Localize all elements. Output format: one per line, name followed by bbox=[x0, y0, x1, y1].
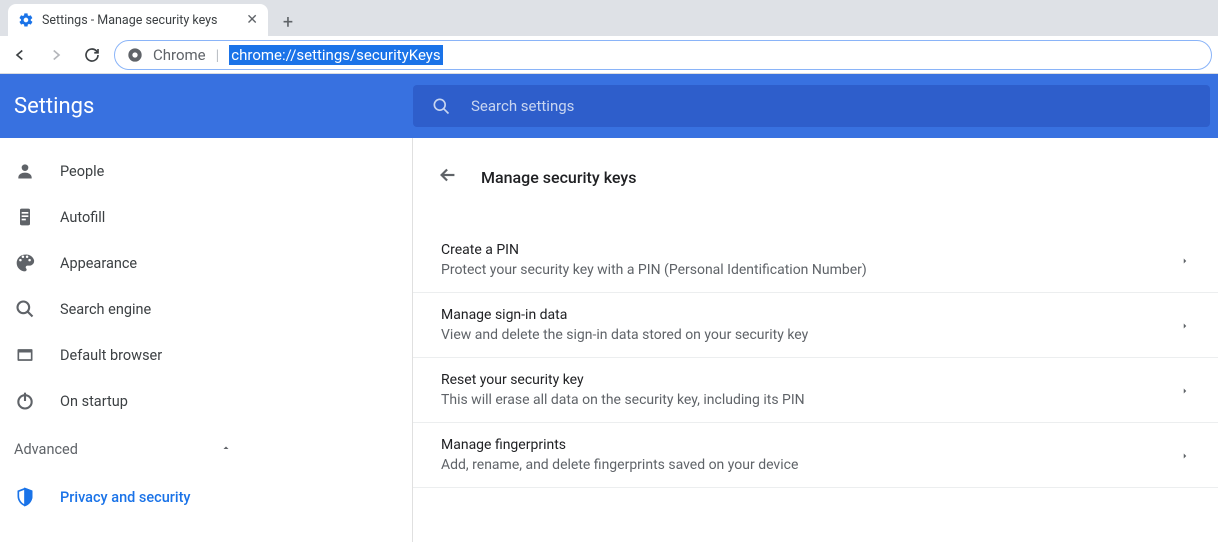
address-bar[interactable]: Chrome | chrome://settings/securityKeys bbox=[114, 40, 1212, 70]
browser-icon bbox=[14, 344, 36, 366]
search-input[interactable]: Search settings bbox=[413, 85, 1210, 127]
tab-strip: Settings - Manage security keys ✕ + bbox=[0, 0, 1218, 36]
sidebar-item-label: Search engine bbox=[60, 301, 151, 318]
option-reset-key[interactable]: Reset your security key This will erase … bbox=[413, 358, 1218, 423]
clipboard-icon bbox=[14, 206, 36, 228]
option-title: Reset your security key bbox=[441, 372, 1180, 388]
option-title: Manage sign-in data bbox=[441, 307, 1180, 323]
option-desc: Protect your security key with a PIN (Pe… bbox=[441, 262, 1180, 278]
search-icon bbox=[431, 96, 451, 116]
sidebar-item-label: On startup bbox=[60, 393, 128, 410]
search-placeholder: Search settings bbox=[471, 97, 574, 115]
advanced-label: Advanced bbox=[14, 441, 78, 458]
option-create-pin[interactable]: Create a PIN Protect your security key w… bbox=[413, 228, 1218, 293]
sidebar-item-label: Appearance bbox=[60, 255, 137, 272]
forward-button[interactable] bbox=[42, 41, 70, 69]
reload-button[interactable] bbox=[78, 41, 106, 69]
chevron-right-icon bbox=[1180, 316, 1190, 335]
omnibox-scheme-label: Chrome bbox=[153, 46, 206, 64]
back-button[interactable] bbox=[6, 41, 34, 69]
chevron-up-icon bbox=[220, 441, 232, 458]
close-icon[interactable]: ✕ bbox=[246, 12, 258, 28]
option-title: Manage fingerprints bbox=[441, 437, 1180, 453]
sidebar: People Autofill Appearance Search engine bbox=[0, 138, 413, 542]
content-area: People Autofill Appearance Search engine bbox=[0, 138, 1218, 542]
option-title: Create a PIN bbox=[441, 242, 1180, 258]
omnibox-separator: | bbox=[216, 46, 220, 64]
sidebar-item-autofill[interactable]: Autofill bbox=[0, 194, 412, 240]
omnibox-url: chrome://settings/securityKeys bbox=[229, 45, 442, 65]
sidebar-item-people[interactable]: People bbox=[0, 148, 412, 194]
browser-tab[interactable]: Settings - Manage security keys ✕ bbox=[8, 4, 268, 36]
settings-gear-icon bbox=[18, 12, 34, 28]
palette-icon bbox=[14, 252, 36, 274]
new-tab-button[interactable]: + bbox=[274, 8, 302, 36]
sidebar-item-default-browser[interactable]: Default browser bbox=[0, 332, 412, 378]
sidebar-item-search-engine[interactable]: Search engine bbox=[0, 286, 412, 332]
sidebar-advanced-toggle[interactable]: Advanced bbox=[0, 424, 412, 474]
browser-toolbar: Chrome | chrome://settings/securityKeys bbox=[0, 36, 1218, 74]
tab-title: Settings - Manage security keys bbox=[42, 13, 238, 28]
main-panel: Manage security keys Create a PIN Protec… bbox=[413, 138, 1218, 542]
search-icon bbox=[14, 298, 36, 320]
options-list: Create a PIN Protect your security key w… bbox=[413, 228, 1218, 488]
sidebar-item-label: Autofill bbox=[60, 209, 105, 226]
sidebar-item-label: People bbox=[60, 163, 104, 180]
power-icon bbox=[14, 390, 36, 412]
option-manage-fingerprints[interactable]: Manage fingerprints Add, rename, and del… bbox=[413, 423, 1218, 488]
sidebar-item-label: Default browser bbox=[60, 347, 162, 364]
option-desc: This will erase all data on the security… bbox=[441, 392, 1180, 408]
back-arrow-icon[interactable] bbox=[437, 164, 459, 190]
person-icon bbox=[14, 160, 36, 182]
sidebar-item-appearance[interactable]: Appearance bbox=[0, 240, 412, 286]
settings-header: Settings Search settings bbox=[0, 74, 1218, 138]
chrome-icon bbox=[127, 47, 143, 63]
page-title: Manage security keys bbox=[481, 168, 636, 187]
sidebar-item-on-startup[interactable]: On startup bbox=[0, 378, 412, 424]
option-desc: Add, rename, and delete fingerprints sav… bbox=[441, 457, 1180, 473]
sidebar-item-label: Privacy and security bbox=[60, 489, 191, 506]
settings-app-title: Settings bbox=[0, 94, 413, 119]
page-header: Manage security keys bbox=[413, 148, 1218, 206]
chevron-right-icon bbox=[1180, 251, 1190, 270]
option-desc: View and delete the sign-in data stored … bbox=[441, 327, 1180, 343]
chevron-right-icon bbox=[1180, 381, 1190, 400]
shield-icon bbox=[14, 486, 36, 508]
sidebar-item-privacy-security[interactable]: Privacy and security bbox=[0, 474, 412, 520]
chevron-right-icon bbox=[1180, 446, 1190, 465]
option-manage-signin[interactable]: Manage sign-in data View and delete the … bbox=[413, 293, 1218, 358]
